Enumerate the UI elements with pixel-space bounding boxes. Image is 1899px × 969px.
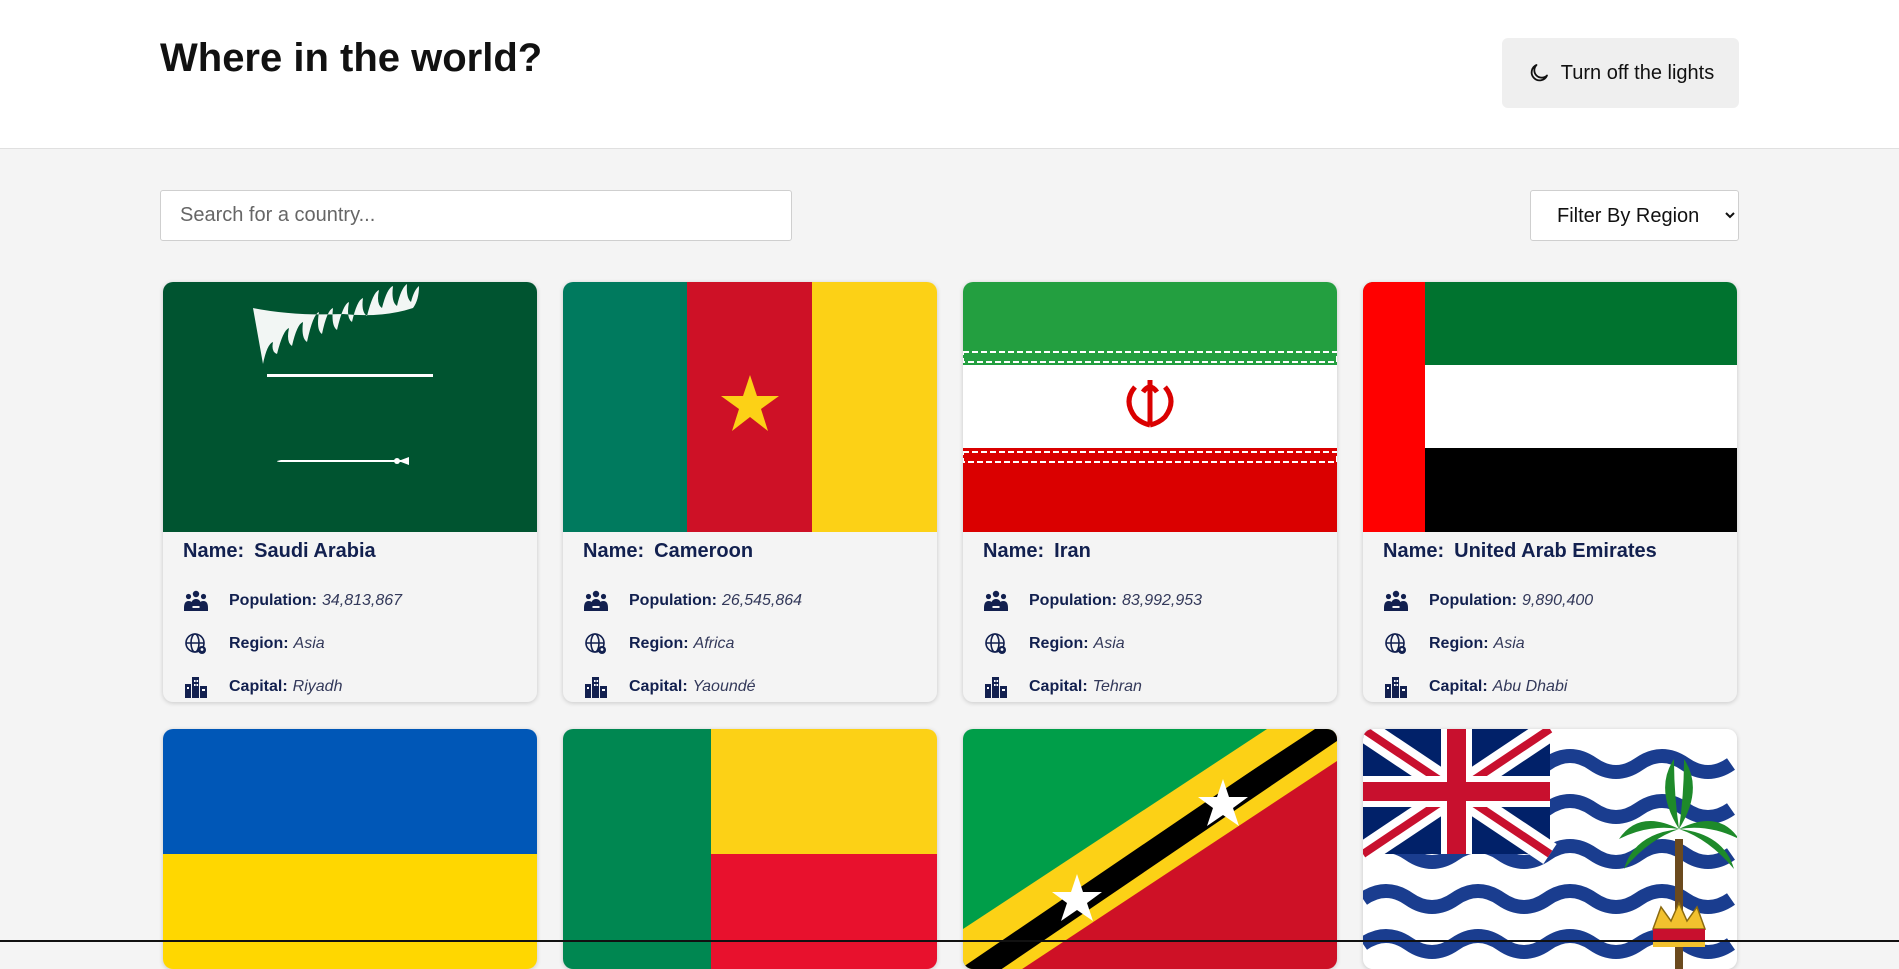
capital-value: Tehran [1092, 677, 1142, 695]
capital-label: Capital: [229, 677, 288, 695]
population-label: Population: [229, 591, 317, 609]
capital-label: Capital: [1429, 677, 1488, 695]
city-buildings-icon [1385, 676, 1407, 698]
region-row: Region: Asia [183, 622, 517, 665]
population-icon [584, 590, 608, 611]
population-row: Population: 9,890,400 [1383, 579, 1717, 622]
country-name-label: Name: [983, 540, 1045, 562]
country-card[interactable] [963, 729, 1337, 969]
country-name: Name: United Arab Emirates [1383, 537, 1717, 565]
region-filter-select[interactable]: Filter By Region [1530, 190, 1739, 241]
globe-pin-icon [585, 632, 606, 654]
capital-value: Abu Dhabi [1492, 677, 1568, 695]
city-buildings-icon [985, 676, 1007, 698]
capital-label: Capital: [629, 677, 688, 695]
flag-image-ukraine [163, 729, 537, 969]
region-row: Region: Asia [1383, 622, 1717, 665]
country-card[interactable]: Name: Iran Population: 83,992,953 Region:… [963, 282, 1337, 702]
capital-value: Riyadh [292, 677, 343, 695]
country-card[interactable] [563, 729, 937, 969]
country-name-label: Name: [583, 540, 645, 562]
globe-pin-icon [985, 632, 1006, 654]
capital-value: Yaoundé [692, 677, 756, 695]
globe-pin-icon [1385, 632, 1406, 654]
country-card[interactable]: Name: United Arab Emirates Population: 9,… [1363, 282, 1737, 702]
region-label: Region: [1029, 634, 1089, 652]
flag-image-cameroon [563, 282, 937, 532]
region-row: Region: Asia [983, 622, 1317, 665]
population-value: 9,890,400 [1521, 591, 1594, 609]
theme-toggle-label: Turn off the lights [1560, 61, 1715, 84]
flag-image-saudi-arabia [163, 282, 537, 532]
country-name-value: Cameroon [654, 540, 754, 562]
city-buildings-icon [185, 676, 207, 698]
globe-pin-icon [185, 632, 206, 654]
population-row: Population: 83,992,953 [983, 579, 1317, 622]
region-label: Region: [1429, 634, 1489, 652]
region-value: Asia [1093, 634, 1125, 652]
region-row: Region: Africa [583, 622, 917, 665]
population-label: Population: [629, 591, 717, 609]
country-card[interactable] [163, 729, 537, 969]
flag-image-british-indian-ocean-territory [1363, 729, 1737, 969]
country-card[interactable] [1363, 729, 1737, 969]
region-value: Asia [293, 634, 325, 652]
population-label: Population: [1429, 591, 1517, 609]
capital-row: Capital: Tehran [983, 665, 1317, 702]
country-name: Name: Cameroon [583, 537, 917, 565]
region-label: Region: [629, 634, 689, 652]
capital-row: Capital: Yaoundé [583, 665, 917, 702]
capital-row: Capital: Abu Dhabi [1383, 665, 1717, 702]
country-name-value: Iran [1054, 540, 1091, 562]
population-row: Population: 34,813,867 [183, 579, 517, 622]
moon-icon [1530, 64, 1548, 82]
country-name-value: Saudi Arabia [254, 540, 376, 562]
site-title: Where in the world? [160, 36, 543, 80]
search-input[interactable] [160, 190, 792, 241]
country-card[interactable]: Name: Cameroon Population: 26,545,864 Reg… [563, 282, 937, 702]
country-card[interactable]: Name: Saudi Arabia Population: 34,813,867… [163, 282, 537, 702]
region-value: Asia [1493, 634, 1525, 652]
country-name-value: United Arab Emirates [1454, 540, 1657, 562]
country-name: Name: Saudi Arabia [183, 537, 517, 565]
population-icon [184, 590, 208, 611]
country-name-label: Name: [183, 540, 245, 562]
capital-label: Capital: [1029, 677, 1088, 695]
flag-image-saint-kitts-and-nevis [963, 729, 1337, 969]
country-name-label: Name: [1383, 540, 1445, 562]
country-name: Name: Iran [983, 537, 1317, 565]
capital-row: Capital: Riyadh [183, 665, 517, 702]
flag-image-united-arab-emirates [1363, 282, 1737, 532]
flag-image-benin [563, 729, 937, 969]
population-value: 34,813,867 [321, 591, 403, 609]
theme-toggle-button[interactable]: Turn off the lights [1502, 38, 1739, 108]
population-icon [984, 590, 1008, 611]
population-row: Population: 26,545,864 [583, 579, 917, 622]
region-label: Region: [229, 634, 289, 652]
population-value: 83,992,953 [1121, 591, 1203, 609]
flag-image-iran [963, 282, 1337, 532]
city-buildings-icon [585, 676, 607, 698]
site-header: Where in the world? Turn off the lights [0, 0, 1899, 149]
population-value: 26,545,864 [721, 591, 803, 609]
population-icon [1384, 590, 1408, 611]
region-value: Africa [693, 634, 735, 652]
population-label: Population: [1029, 591, 1117, 609]
